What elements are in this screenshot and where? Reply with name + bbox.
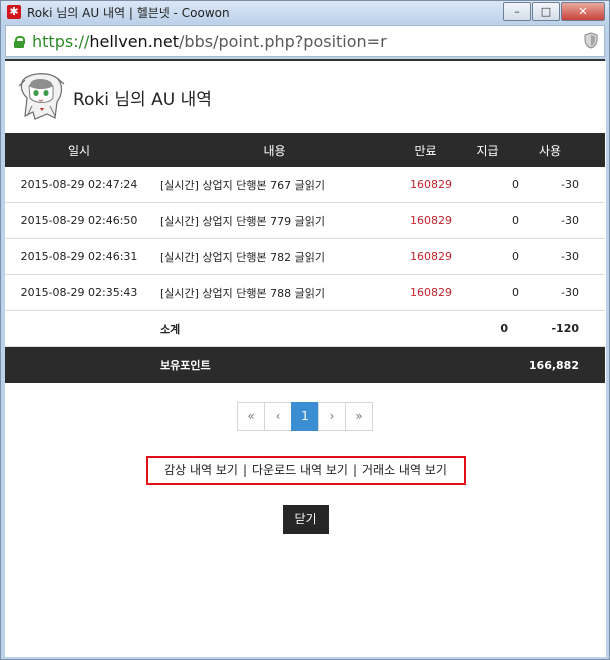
table-row: 2015-08-29 02:46:31 [실시간] 상업지 단행본 782 글읽… [5, 238, 605, 275]
pagination: « ‹ 1 › » [5, 402, 606, 431]
col-header-datetime: 일시 [5, 133, 153, 167]
table-header-row: 일시 내용 만료 지급 사용 [5, 133, 605, 167]
cell-expiry: 160829 [396, 167, 455, 203]
download-history-link[interactable]: 다운로드 내역 보기 [252, 463, 348, 477]
minimize-button[interactable]: – [503, 2, 531, 21]
col-header-content: 내용 [153, 133, 396, 167]
subtotal-given: 0 [396, 310, 520, 347]
cell-blank [580, 202, 605, 239]
cell-datetime: 2015-08-29 02:47:24 [5, 167, 153, 203]
cell-blank [5, 310, 153, 347]
cell-given: 0 [455, 274, 520, 311]
last-page-button[interactable]: » [345, 402, 373, 431]
cell-datetime: 2015-08-29 02:46:50 [5, 202, 153, 239]
subtotal-used: -120 [520, 310, 580, 347]
url-scheme: https:// [32, 31, 90, 51]
cell-blank [580, 274, 605, 311]
table-row: 2015-08-29 02:35:43 [실시간] 상업지 단행본 788 글읽… [5, 274, 605, 311]
subtotal-row: 소계 0 -120 [5, 310, 605, 347]
cell-used: -30 [520, 202, 580, 239]
cell-used: -30 [520, 274, 580, 311]
maximize-button[interactable]: □ [532, 2, 560, 21]
cell-content: [실시간] 상업지 단행본 788 글읽기 [153, 274, 396, 311]
shield-icon[interactable] [584, 32, 598, 49]
cell-content: [실시간] 상업지 단행본 779 글읽기 [153, 202, 396, 239]
url-host: hellven.net [89, 31, 180, 51]
balance-value: 166,882 [396, 346, 580, 383]
cell-content: [실시간] 상업지 단행본 782 글읽기 [153, 238, 396, 275]
cell-expiry: 160829 [396, 274, 455, 311]
table-row: 2015-08-29 02:46:50 [실시간] 상업지 단행본 779 글읽… [5, 202, 605, 239]
close-button[interactable]: 닫기 [282, 505, 329, 534]
link-separator: | [352, 463, 357, 477]
cell-blank [580, 167, 605, 203]
title-bar: ✱ Roki 님의 AU 내역 | 헬븐넷 - Coowon – □ ✕ [1, 1, 609, 23]
page-header: Roki 님의 AU 내역 [5, 61, 606, 133]
cell-expiry: 160829 [396, 202, 455, 239]
next-page-button[interactable]: › [318, 402, 346, 431]
points-table: 일시 내용 만료 지급 사용 2015-08-29 02:47:24 [실시간]… [5, 133, 605, 383]
cell-blank [5, 346, 153, 383]
avatar [18, 73, 65, 120]
url-text[interactable]: https://hellven.net/bbs/point.php?positi… [32, 32, 387, 51]
page-content: Roki 님의 AU 내역 일시 내용 만료 지급 사용 2015-08-29 … [5, 61, 606, 657]
col-header-used: 사용 [520, 133, 580, 167]
cell-blank [580, 310, 605, 347]
view-history-link[interactable]: 감상 내역 보기 [164, 463, 238, 477]
app-icon: ✱ [7, 5, 21, 19]
table-row: 2015-08-29 02:47:24 [실시간] 상업지 단행본 767 글읽… [5, 167, 605, 203]
cell-given: 0 [455, 167, 520, 203]
cell-blank [580, 238, 605, 275]
balance-label: 보유포인트 [153, 346, 396, 383]
history-links: 감상 내역 보기 | 다운로드 내역 보기 | 거래소 내역 보기 [145, 456, 466, 485]
cell-datetime: 2015-08-29 02:46:31 [5, 238, 153, 275]
subtotal-label: 소계 [153, 310, 396, 347]
cell-expiry: 160829 [396, 238, 455, 275]
window-title: Roki 님의 AU 내역 | 헬븐넷 - Coowon [27, 5, 230, 20]
prev-page-button[interactable]: ‹ [264, 402, 292, 431]
cell-used: -30 [520, 167, 580, 203]
cell-given: 0 [455, 202, 520, 239]
balance-row: 보유포인트 166,882 [5, 346, 605, 383]
url-path: /bbs/point.php?position=r [179, 31, 387, 51]
window-controls: – □ ✕ [502, 2, 605, 21]
first-page-button[interactable]: « [237, 402, 265, 431]
col-header-given: 지급 [455, 133, 520, 167]
exchange-history-link[interactable]: 거래소 내역 보기 [362, 463, 447, 477]
lock-icon [14, 35, 25, 48]
cell-datetime: 2015-08-29 02:35:43 [5, 274, 153, 311]
page-1-button[interactable]: 1 [291, 402, 319, 431]
cell-given: 0 [455, 238, 520, 275]
cell-blank [580, 346, 605, 383]
col-header-expiry: 만료 [396, 133, 455, 167]
cell-content: [실시간] 상업지 단행본 767 글읽기 [153, 167, 396, 203]
address-bar[interactable]: https://hellven.net/bbs/point.php?positi… [5, 25, 605, 57]
link-separator: | [242, 463, 247, 477]
close-window-button[interactable]: ✕ [561, 2, 605, 21]
col-header-blank [580, 133, 605, 167]
browser-window: ✱ Roki 님의 AU 내역 | 헬븐넷 - Coowon – □ ✕ htt… [0, 0, 610, 660]
cell-used: -30 [520, 238, 580, 275]
page-title: Roki 님의 AU 내역 [73, 89, 212, 110]
